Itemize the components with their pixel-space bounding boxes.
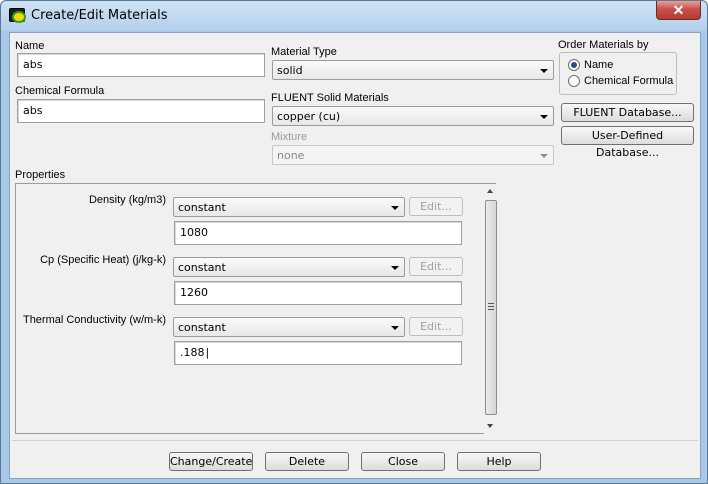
materials-dialog-window: Create/Edit Materials ✕ Name abs Chemica…	[0, 0, 708, 484]
chevron-down-icon	[391, 266, 399, 270]
thermal-conductivity-label: Thermal Conductivity (w/m-k)	[22, 314, 166, 326]
properties-label: Properties	[15, 169, 66, 181]
properties-panel: Density (kg/m3) constant Edit... 1080 Cp…	[15, 183, 497, 435]
chevron-down-icon	[540, 154, 548, 158]
fluent-solid-materials-value: copper (cu)	[277, 110, 341, 123]
radio-unselected-icon	[568, 75, 580, 87]
fluent-database-button[interactable]: FLUENT Database...	[561, 103, 694, 122]
scroll-up-arrow-icon[interactable]	[487, 189, 493, 193]
fluent-solid-materials-dropdown[interactable]: copper (cu)	[272, 106, 554, 126]
mixture-label: Mixture	[271, 131, 308, 143]
chevron-down-icon	[391, 206, 399, 210]
thermal-conductivity-value-field[interactable]: .188	[174, 341, 462, 365]
name-label: Name	[15, 40, 45, 52]
radio-selected-icon	[568, 59, 580, 71]
title-bar[interactable]: Create/Edit Materials ✕	[1, 1, 707, 31]
density-label: Density (kg/m3)	[88, 194, 166, 206]
fluent-solid-materials-label: FLUENT Solid Materials	[271, 92, 389, 104]
close-button[interactable]: Close	[361, 452, 445, 471]
change-create-button[interactable]: Change/Create	[169, 452, 253, 471]
chemical-formula-label: Chemical Formula	[15, 85, 105, 97]
footer-divider	[12, 440, 698, 441]
cp-edit-button: Edit...	[409, 257, 463, 276]
chemical-formula-field[interactable]: abs	[17, 99, 265, 123]
delete-button[interactable]: Delete	[265, 452, 349, 471]
order-by-name-label: Name	[584, 59, 614, 71]
grip-icon	[488, 303, 494, 311]
density-edit-button: Edit...	[409, 197, 463, 216]
thermal-conductivity-edit-button: Edit...	[409, 317, 463, 336]
material-type-value: solid	[277, 64, 303, 77]
density-method-dropdown[interactable]: constant	[173, 197, 405, 217]
order-materials-group: Name Chemical Formula	[559, 52, 677, 95]
mixture-value: none	[277, 149, 305, 162]
properties-scrollbar[interactable]	[484, 184, 497, 435]
order-by-chemical-formula-radio[interactable]: Chemical Formula	[568, 75, 673, 87]
order-materials-label: Order Materials by	[558, 39, 649, 51]
order-by-chemical-formula-label: Chemical Formula	[584, 75, 674, 87]
mixture-dropdown: none	[272, 145, 554, 165]
chevron-down-icon	[540, 69, 548, 73]
dialog-body: Name abs Chemical Formula abs Material T…	[9, 32, 701, 479]
material-type-dropdown[interactable]: solid	[272, 60, 554, 80]
cp-value-field[interactable]: 1260	[174, 281, 462, 305]
cp-method-dropdown[interactable]: constant	[173, 257, 405, 277]
cp-method-value: constant	[178, 261, 226, 274]
scroll-down-arrow-icon[interactable]	[487, 424, 493, 428]
order-by-name-radio[interactable]: Name	[568, 59, 613, 71]
close-window-button[interactable]: ✕	[656, 1, 701, 20]
help-button[interactable]: Help	[457, 452, 541, 471]
density-value-field[interactable]: 1080	[174, 221, 462, 245]
scrollbar-thumb[interactable]	[485, 200, 497, 415]
chevron-down-icon	[540, 115, 548, 119]
density-method-value: constant	[178, 201, 226, 214]
cp-label: Cp (Specific Heat) (j/kg-k)	[40, 254, 166, 266]
thermal-conductivity-method-value: constant	[178, 321, 226, 334]
window-title: Create/Edit Materials	[31, 8, 168, 23]
name-field[interactable]: abs	[17, 53, 265, 77]
thermal-conductivity-method-dropdown[interactable]: constant	[173, 317, 405, 337]
user-defined-database-button[interactable]: User-Defined Database...	[561, 126, 694, 159]
material-type-label: Material Type	[271, 46, 337, 58]
thermal-conductivity-value: .188	[180, 346, 209, 359]
fluent-app-icon	[9, 8, 26, 23]
chevron-down-icon	[391, 326, 399, 330]
